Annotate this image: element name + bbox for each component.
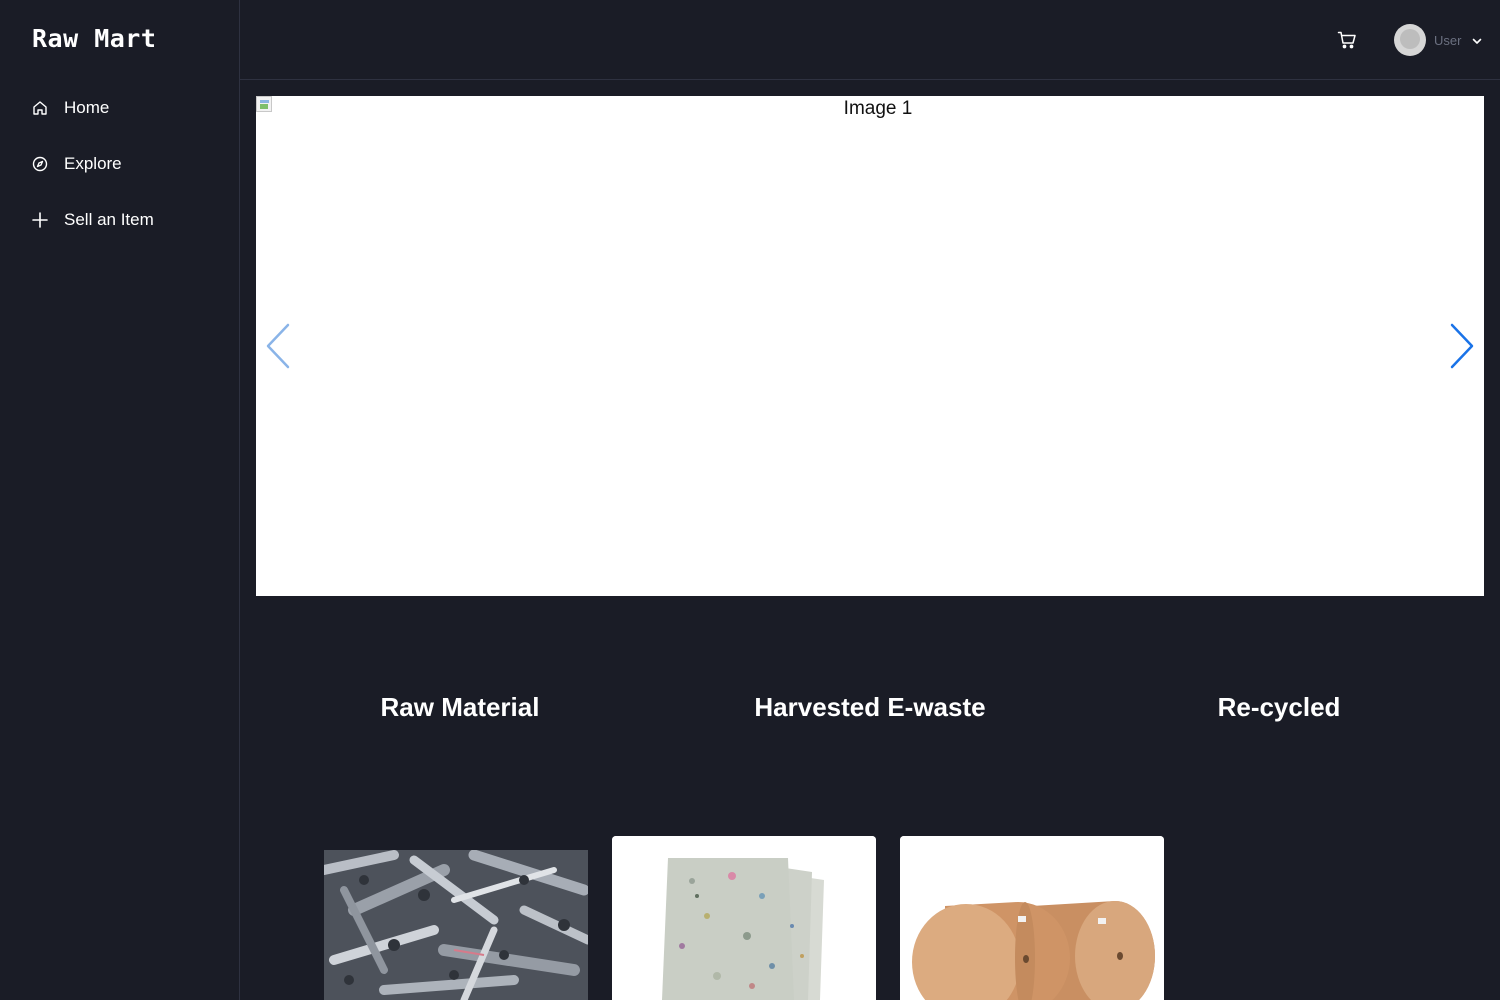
- category-re-cycled[interactable]: Re-cycled: [1129, 692, 1429, 723]
- category-raw-material[interactable]: Raw Material: [310, 692, 610, 723]
- avatar-icon: [1394, 24, 1426, 56]
- plus-icon: [32, 212, 48, 228]
- sidebar-item-label: Explore: [64, 154, 122, 173]
- chevron-down-icon: [1471, 34, 1483, 46]
- user-menu[interactable]: User: [1394, 24, 1483, 56]
- scrap-metal-pipes-image: [324, 850, 588, 1000]
- sidebar-item-label: Sell an Item: [64, 210, 154, 229]
- image-carousel: Image 1: [256, 96, 1484, 596]
- brand-logo[interactable]: Raw Mart: [32, 24, 156, 53]
- shopping-cart-icon[interactable]: [1337, 30, 1357, 50]
- category-harvested-e-waste[interactable]: Harvested E-waste: [720, 692, 1020, 723]
- sidebar-nav: Home Explore Sell an Item: [0, 80, 239, 248]
- sidebar-item-label: Home: [64, 98, 110, 117]
- recycled-foam-boards-image: [612, 836, 876, 1000]
- app-root: Raw Mart Home Explore Sell an Item User …: [0, 0, 1500, 1000]
- top-header: User: [240, 0, 1500, 80]
- product-card-kraft-paper[interactable]: [900, 836, 1164, 1000]
- carousel-image-alt: Image 1: [843, 98, 913, 119]
- carousel-next-button[interactable]: [1446, 322, 1476, 370]
- product-card-scrap-metal[interactable]: [324, 850, 588, 1000]
- carousel-prev-button[interactable]: [264, 322, 294, 370]
- sidebar-item-home[interactable]: Home: [0, 80, 239, 136]
- chevron-left-icon: [266, 323, 290, 369]
- product-card-recycled-foam[interactable]: [612, 836, 876, 1000]
- sidebar-item-explore[interactable]: Explore: [0, 136, 239, 192]
- home-icon: [32, 100, 48, 116]
- sidebar: Raw Mart Home Explore Sell an Item: [0, 0, 240, 1000]
- kraft-paper-rolls-image: [900, 836, 1164, 1000]
- user-name: User: [1434, 32, 1462, 48]
- chevron-right-icon: [1450, 323, 1474, 369]
- sidebar-item-sell[interactable]: Sell an Item: [0, 192, 239, 248]
- compass-icon: [32, 156, 48, 172]
